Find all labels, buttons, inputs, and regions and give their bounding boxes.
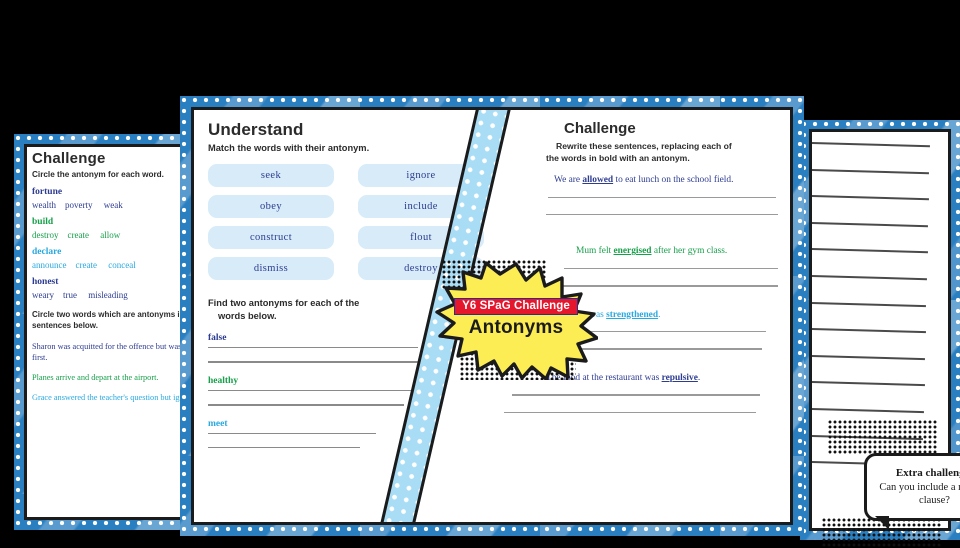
right-answer-sheet[interactable]: Extra challenge: Can you include a relat… [800, 120, 960, 548]
answer-line[interactable] [504, 411, 756, 413]
sentence-after: . [697, 372, 701, 383]
rule-line [811, 168, 930, 174]
badge-labels: Y6 SPaG Challenge Antonyms [434, 296, 598, 339]
extra-challenge-line2: clause? [919, 494, 950, 506]
extra-challenge-bubble: Extra challenge: Can you include a relat… [864, 453, 960, 530]
main-sheet-paper: Understand Match the words with their an… [194, 110, 790, 522]
left-option[interactable]: allow [100, 230, 120, 240]
left-option[interactable]: destroy [32, 230, 59, 240]
left-option[interactable]: create [68, 230, 89, 240]
word-chip[interactable]: dismiss [208, 257, 334, 280]
sentence-before: We are [554, 175, 583, 186]
challenge-instruction-line2: the words in bold with an antonym. [546, 153, 690, 164]
left-option[interactable]: weary [32, 290, 54, 300]
rule-line [811, 248, 928, 254]
left-option[interactable]: wealth [32, 200, 56, 210]
answer-line[interactable] [208, 446, 360, 449]
answer-line[interactable] [208, 389, 416, 392]
sentence-after: after her gym class. [651, 246, 728, 257]
sentence-after: to eat lunch on the school field. [613, 175, 734, 186]
left-option[interactable]: poverty [65, 200, 93, 210]
rule-line [811, 221, 929, 227]
answer-line[interactable] [208, 361, 444, 363]
left-option[interactable]: misleading [88, 290, 128, 300]
badge-word: Antonyms [468, 317, 564, 338]
match-left-column: seek obey construct dismiss [208, 164, 334, 280]
extra-challenge-line1: Can you include a relative [879, 481, 960, 493]
find-word-meet: meet [208, 418, 228, 429]
answer-line[interactable] [512, 394, 760, 396]
left-option[interactable]: announce [32, 260, 66, 270]
main-worksheet-sheet[interactable]: Understand Match the words with their an… [180, 96, 804, 536]
badge-banner: Y6 SPaG Challenge [454, 298, 578, 315]
word-chip[interactable]: seek [208, 164, 334, 187]
challenge-instruction-line1: Rewrite these sentences, replacing each … [556, 141, 732, 151]
extra-challenge-title: Extra challenge: [895, 467, 960, 479]
left-option[interactable]: conceal [108, 260, 135, 270]
challenge-instruction: Rewrite these sentences, replacing each … [546, 140, 782, 164]
challenge-title: Challenge [564, 120, 636, 137]
left-option[interactable]: create [75, 260, 96, 270]
rule-line [811, 381, 925, 387]
understand-title: Understand [208, 120, 304, 139]
understand-instruction: Match the words with their antonym. [208, 143, 370, 153]
left-option[interactable]: true [63, 290, 77, 300]
answer-line[interactable] [208, 432, 376, 434]
sentence-after: . [658, 309, 661, 320]
challenge-sentence-2: Mum felt energised after her gym class. [546, 245, 782, 259]
word-chip[interactable]: obey [208, 195, 334, 218]
rule-line [811, 328, 926, 333]
sentence-bold-word: energised [613, 246, 652, 257]
answer-line[interactable] [208, 347, 418, 349]
rule-line [811, 195, 929, 201]
sentence-bold-word: strengthened [606, 309, 659, 320]
find-instruction-line1: Find two antonyms for each of the [208, 298, 360, 308]
sentence-bold-word: allowed [582, 175, 614, 186]
answer-line[interactable] [546, 213, 778, 216]
left-option[interactable]: weak [104, 200, 123, 210]
answer-line[interactable] [208, 404, 404, 406]
rule-line [811, 301, 927, 307]
sentence-before: Mum felt [576, 246, 614, 257]
rule-line [811, 407, 924, 413]
antonyms-badge: Y6 SPaG Challenge Antonyms [434, 260, 598, 380]
rule-line [811, 274, 927, 280]
halftone-decoration-top [828, 420, 938, 454]
word-chip[interactable]: construct [208, 226, 334, 249]
answer-line[interactable] [548, 196, 776, 198]
rule-line [811, 142, 930, 147]
sentence-bold-word: repulsive [661, 372, 698, 383]
rule-line [811, 354, 926, 360]
challenge-sentence-1: We are allowed to eat lunch on the schoo… [546, 174, 782, 188]
